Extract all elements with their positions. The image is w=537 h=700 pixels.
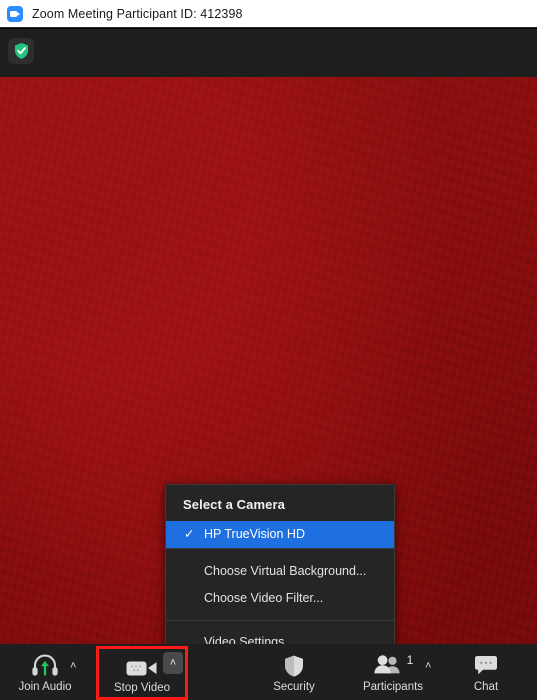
participants-count: 1	[406, 652, 414, 667]
menu-item-label: HP TrueVision HD	[204, 527, 305, 541]
video-camera-icon	[125, 653, 159, 679]
menu-header-select-a-camera: Select a Camera	[183, 497, 285, 512]
join-audio-chevron-up-icon[interactable]: ˄	[70, 660, 76, 672]
meeting-window: Dharani Shivakumar Select a Camera ✓ HP …	[0, 29, 537, 700]
shield-icon	[283, 652, 305, 678]
menu-item-choose-virtual-background[interactable]: Choose Virtual Background...	[166, 558, 394, 585]
participants-icon-wrap: 1	[373, 652, 414, 678]
menu-spacer	[166, 549, 394, 558]
zoom-video-icon	[7, 5, 23, 22]
participants-button[interactable]: 1 Participants ˄	[337, 644, 449, 700]
select-camera-menu: Select a Camera ✓ HP TrueVision HD Choos…	[165, 484, 395, 665]
headphones-up-arrow-icon	[30, 652, 60, 678]
green-shield-check-icon[interactable]	[8, 38, 34, 64]
menu-item-label: Choose Video Filter...	[204, 591, 324, 605]
security-label: Security	[273, 680, 315, 693]
menu-item-label: Choose Virtual Background...	[204, 564, 367, 578]
meeting-top-bar	[0, 29, 537, 77]
participants-chevron-up-icon[interactable]: ˄	[425, 660, 431, 672]
check-icon: ✓	[184, 527, 195, 541]
video-options-chevron-up-icon[interactable]: ˄	[163, 652, 183, 674]
people-icon	[374, 654, 400, 673]
chat-button[interactable]: Chat	[449, 644, 523, 700]
menu-item-hp-truevision-hd[interactable]: ✓ HP TrueVision HD	[166, 521, 394, 548]
speech-bubble-icon	[473, 652, 499, 678]
menu-spacer	[166, 612, 394, 620]
stop-video-button[interactable]: Stop Video ˄	[96, 644, 188, 700]
join-audio-button[interactable]: Join Audio ˄	[0, 644, 90, 700]
window-title: Zoom Meeting Participant ID: 412398	[32, 6, 243, 21]
menu-item-choose-video-filter[interactable]: Choose Video Filter...	[166, 585, 394, 612]
participants-label: Participants	[362, 680, 424, 693]
chat-label: Chat	[473, 680, 499, 693]
meeting-toolbar: Join Audio ˄ Stop Video ˄ Security 1 Par…	[0, 644, 537, 700]
join-audio-label: Join Audio	[18, 680, 72, 693]
security-button[interactable]: Security	[251, 644, 337, 700]
menu-spacer	[166, 621, 394, 629]
window-title-bar: Zoom Meeting Participant ID: 412398	[0, 0, 537, 28]
stop-video-label: Stop Video	[113, 681, 171, 694]
